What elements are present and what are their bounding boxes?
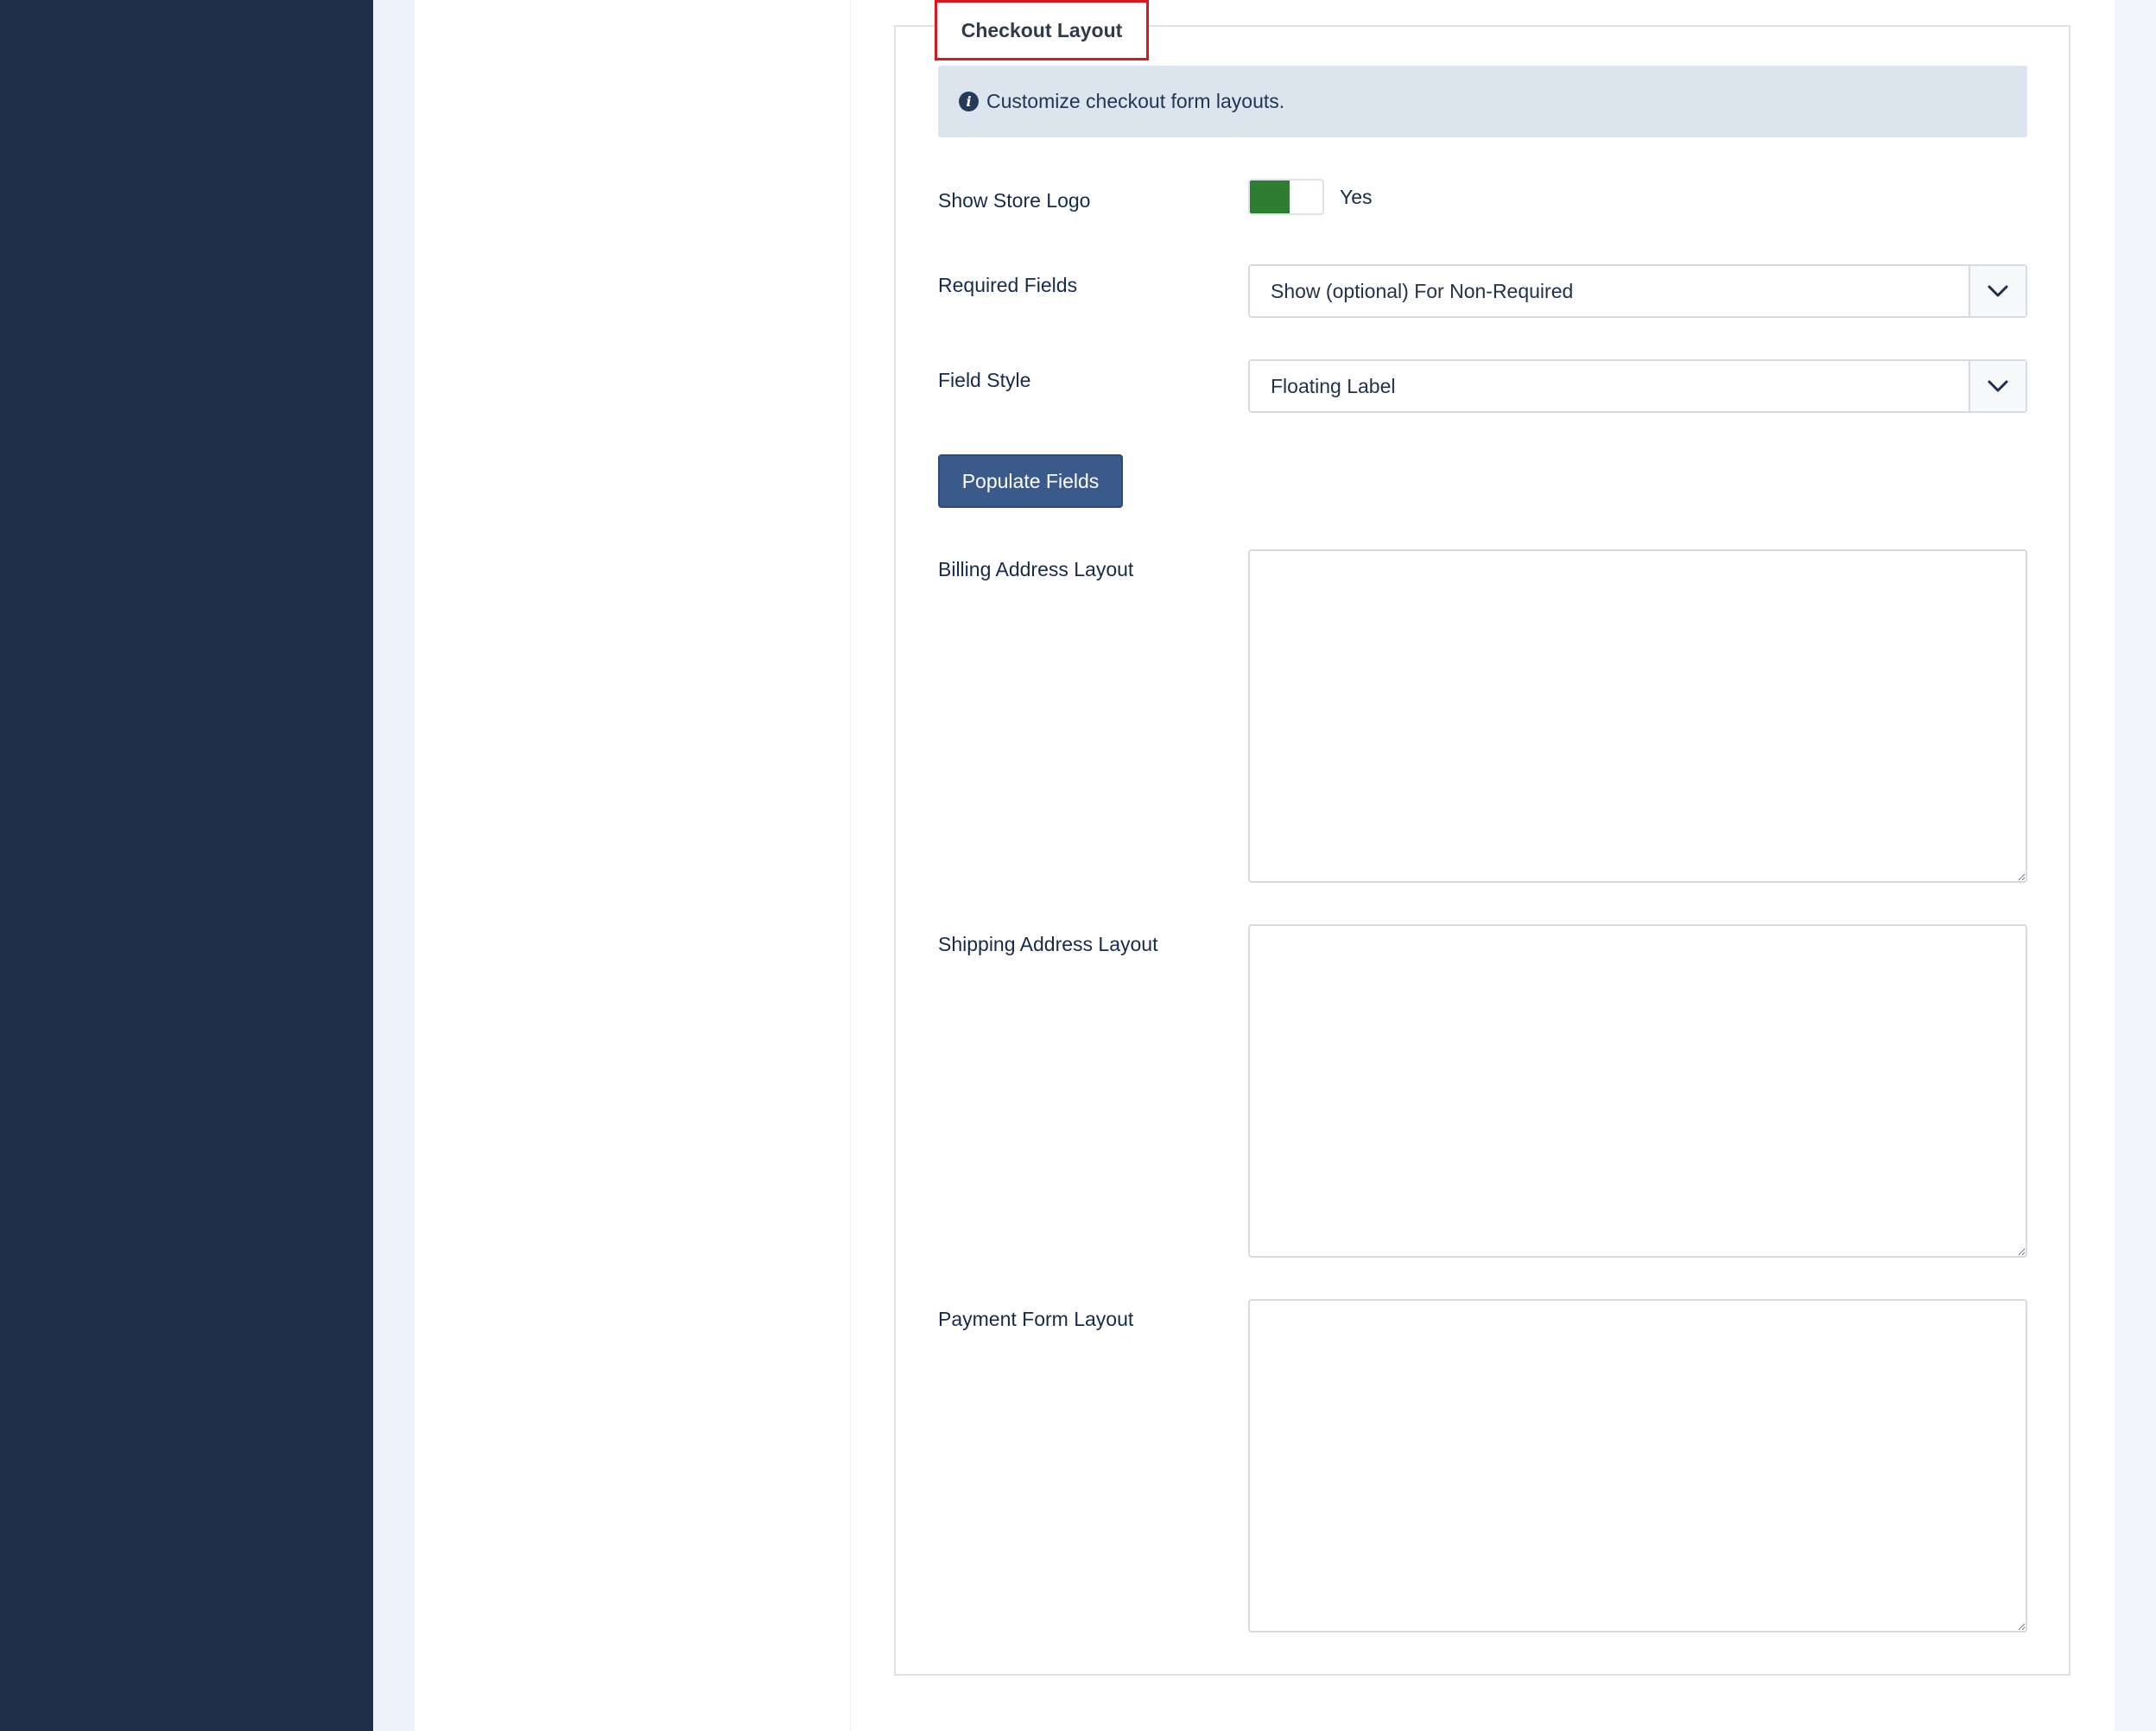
- required-fields-select[interactable]: Show (optional) For Non-Required: [1248, 264, 2027, 318]
- billing-address-layout-label: Billing Address Layout: [938, 558, 1134, 580]
- show-store-logo-state: Yes: [1340, 186, 1373, 208]
- section-legend: Checkout Layout: [935, 0, 1149, 60]
- sidebar: [0, 0, 373, 1731]
- show-store-logo-label: Show Store Logo: [938, 189, 1091, 212]
- info-text: Customize checkout form layouts.: [986, 90, 1285, 112]
- right-gutter: [2115, 0, 2156, 1731]
- chevron-down-icon[interactable]: [1969, 361, 2026, 411]
- payment-form-layout-label: Payment Form Layout: [938, 1308, 1134, 1330]
- payment-form-layout-textarea[interactable]: [1248, 1299, 2027, 1633]
- chevron-down-icon[interactable]: [1969, 266, 2026, 316]
- field-style-select[interactable]: Floating Label: [1248, 359, 2027, 413]
- info-circle-icon: i: [959, 92, 979, 111]
- field-style-label: Field Style: [938, 369, 1031, 391]
- required-fields-label: Required Fields: [938, 274, 1078, 296]
- column-divider: [850, 0, 851, 1731]
- show-store-logo-toggle[interactable]: [1248, 179, 1324, 215]
- toggle-switch-knob: [1250, 181, 1290, 213]
- shipping-address-layout-textarea[interactable]: [1248, 924, 2027, 1258]
- populate-fields-button[interactable]: Populate Fields: [938, 454, 1123, 508]
- field-style-value: Floating Label: [1271, 374, 1396, 397]
- billing-address-layout-textarea[interactable]: [1248, 549, 2027, 883]
- required-fields-value: Show (optional) For Non-Required: [1271, 279, 1574, 302]
- shipping-address-layout-label: Shipping Address Layout: [938, 933, 1158, 955]
- info-alert: i Customize checkout form layouts.: [938, 66, 2027, 137]
